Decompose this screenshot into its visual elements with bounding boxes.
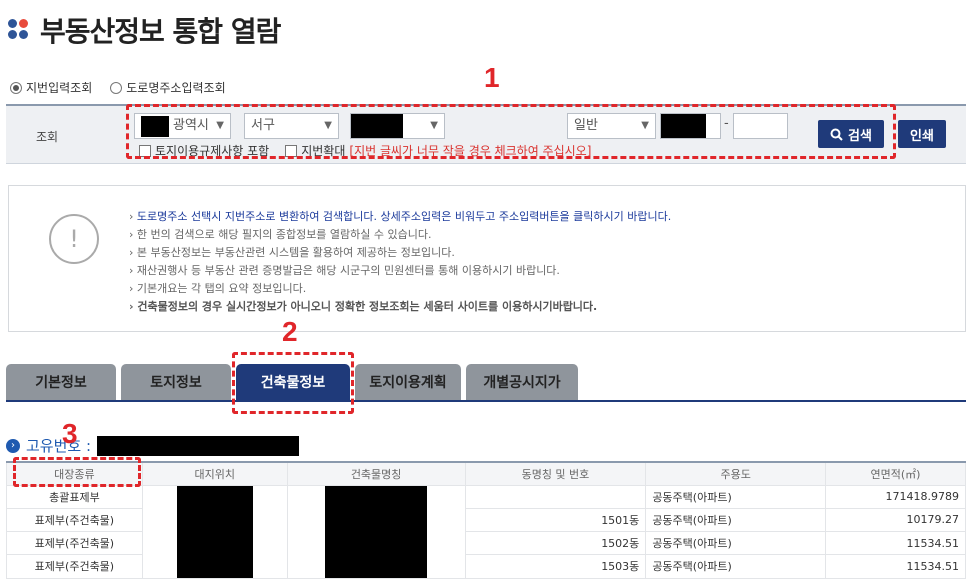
annotation-marker-1: 1 (484, 62, 500, 93)
notice-item: 한 번의 검색으로 해당 필지의 종합정보를 열람하실 수 있습니다. (129, 226, 671, 244)
notice-box: ! 도로명주소 선택시 지번주소로 변환하여 검색합니다. 상세주소입력은 비워… (8, 185, 966, 332)
unique-number-heading: › 고유번호 : (6, 435, 300, 456)
column-header: 주용도 (645, 461, 827, 486)
column-header: 동명칭 및 번호 (464, 461, 647, 486)
annotation-marker-3: 3 (62, 418, 78, 449)
tab-individual-land-price[interactable]: 개별공시지가 (466, 364, 578, 400)
notice-item: 본 부동산정보는 부동산관련 시스템을 활용하여 제공하는 정보입니다. (129, 244, 671, 262)
floor-area-cell: 171418.9789 (825, 484, 966, 509)
info-tabs: 기본정보 토지정보 건축물정보 토지이용계획 개별공시지가 (6, 364, 966, 402)
dong-cell: 1503동 (464, 554, 647, 579)
annotation-marker-2: 2 (282, 316, 298, 347)
main-use-cell: 공동주택(아파트) (645, 507, 827, 533)
radio-selected-icon[interactable] (10, 81, 22, 94)
exclamation-icon: ! (49, 214, 99, 264)
print-button[interactable]: 인쇄 (898, 120, 946, 148)
ledger-type-cell[interactable]: 총괄표제부 (6, 484, 143, 509)
building-table: 대장종류 대지위치 건축물명칭 동명칭 및 번호 주용도 연면적(㎡) 총괄표제… (6, 461, 966, 579)
floor-area-cell: 11534.51 (825, 554, 966, 579)
tab-basic-info[interactable]: 기본정보 (6, 364, 116, 400)
column-header: 대지위치 (141, 461, 288, 486)
floor-area-cell: 11534.51 (825, 530, 966, 556)
section-title: 고유번호 : (26, 437, 92, 455)
radio-jibun-search[interactable]: 지번입력조회 (10, 79, 92, 96)
search-mode-group: 지번입력조회 도로명주소입력조회 (10, 79, 226, 96)
site-location-cell (141, 484, 288, 579)
dong-cell: 1501동 (464, 507, 647, 533)
redacted-block (97, 435, 300, 456)
ledger-type-cell[interactable]: 표제부(주건축물) (6, 507, 143, 533)
main-use-cell: 공동주택(아파트) (645, 554, 827, 579)
tab-land-info[interactable]: 토지정보 (121, 364, 231, 400)
radio-label: 도로명주소입력조회 (126, 81, 226, 95)
annotation-box-search (126, 104, 896, 159)
page-title: 부동산정보 통합 열람 (40, 15, 281, 48)
building-name-cell (286, 484, 466, 579)
redacted-block (176, 485, 253, 578)
column-header: 건축물명칭 (286, 461, 466, 486)
ledger-type-cell[interactable]: 표제부(주건축물) (6, 530, 143, 556)
dong-cell: 1502동 (464, 530, 647, 556)
table-row[interactable]: 총괄표제부 공동주택(아파트) 171418.9789 (6, 484, 966, 579)
radio-unselected-icon[interactable] (110, 81, 123, 94)
notice-item: 건축물정보의 경우 실시간정보가 아니오니 정확한 정보조회는 세움터 사이트를… (129, 298, 671, 316)
radio-label: 지번입력조회 (26, 81, 93, 95)
table-header-row: 대장종류 대지위치 건축물명칭 동명칭 및 번호 주용도 연면적(㎡) (6, 461, 966, 486)
notice-item: 재산권행사 등 부동산 관련 증명발급은 해당 시군구의 민원센터를 통해 이용… (129, 262, 671, 280)
tab-land-use-plan[interactable]: 토지이용계획 (355, 364, 461, 400)
annotation-box-tab (232, 352, 354, 414)
annotation-box-ledger-type (13, 457, 141, 487)
main-use-cell: 공동주택(아파트) (645, 484, 827, 509)
ledger-type-cell[interactable]: 표제부(주건축물) (6, 554, 143, 579)
notice-item: 도로명주소 선택시 지번주소로 변환하여 검색합니다. 상세주소입력은 비워두고… (129, 208, 671, 226)
floor-area-cell: 10179.27 (825, 507, 966, 533)
column-header: 연면적(㎡) (825, 461, 966, 486)
dong-cell (464, 484, 647, 509)
search-label: 조회 (36, 130, 59, 144)
page-header: 부동산정보 통합 열람 (8, 10, 281, 50)
redacted-block (325, 485, 428, 578)
main-use-cell: 공동주택(아파트) (645, 530, 827, 556)
logo-dots-icon (8, 19, 30, 41)
notice-item: 기본개요는 각 탭의 요약 정보입니다. (129, 280, 671, 298)
notice-list: 도로명주소 선택시 지번주소로 변환하여 검색합니다. 상세주소입력은 비워두고… (129, 208, 671, 316)
chevron-right-icon: › (6, 438, 20, 453)
radio-road-address-search[interactable]: 도로명주소입력조회 (110, 79, 226, 96)
